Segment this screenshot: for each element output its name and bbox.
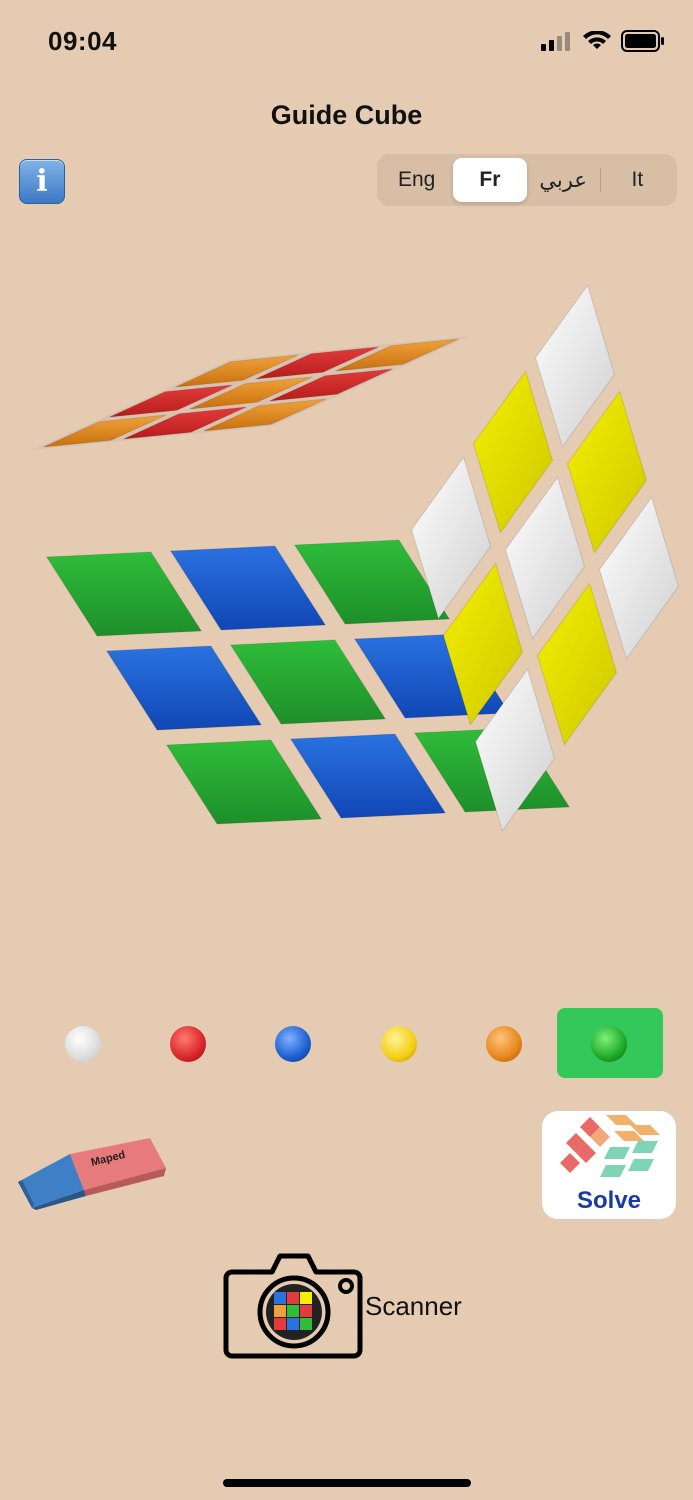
page-title: Guide Cube — [270, 100, 423, 130]
front-sticker-green[interactable] — [229, 639, 387, 725]
scanner-button[interactable] — [222, 1250, 368, 1362]
cube-faces — [32, 284, 680, 832]
language-segmented-control[interactable]: Eng Fr عربي It — [377, 154, 677, 206]
eraser-icon: Maped — [18, 1138, 166, 1210]
home-indicator — [223, 1479, 471, 1487]
color-swatch-red[interactable] — [170, 1026, 206, 1062]
color-swatch-orange[interactable] — [486, 1026, 522, 1062]
front-sticker-green[interactable] — [45, 551, 203, 637]
color-swatch-white[interactable] — [65, 1026, 101, 1062]
front-sticker-blue[interactable] — [289, 733, 447, 819]
color-swatch-green[interactable] — [591, 1026, 627, 1062]
info-button[interactable]: i — [19, 159, 65, 204]
lang-option-it[interactable]: It — [601, 158, 674, 202]
color-swatch-blue[interactable] — [275, 1026, 311, 1062]
status-time: 09:04 — [48, 26, 117, 56]
scanner-label: Scanner — [365, 1291, 462, 1321]
battery-icon — [621, 30, 664, 52]
status-icons — [541, 30, 665, 52]
front-sticker-green[interactable] — [165, 739, 323, 825]
camera-icon — [223, 1253, 363, 1359]
color-swatch-yellow[interactable] — [381, 1026, 417, 1062]
wifi-icon — [583, 31, 611, 49]
solve-icon — [560, 1115, 660, 1177]
info-icon: i — [36, 164, 48, 199]
solve-label: Solve — [576, 1187, 642, 1214]
lang-option-fr[interactable]: Fr — [453, 158, 527, 202]
eraser-button[interactable]: Maped — [14, 1132, 174, 1212]
lang-option-arabic[interactable]: عربي — [527, 158, 600, 202]
front-sticker-blue[interactable] — [105, 645, 263, 731]
lang-option-eng[interactable]: Eng — [380, 158, 453, 202]
front-sticker-blue[interactable] — [169, 545, 327, 631]
solve-button[interactable]: Solve — [542, 1111, 676, 1219]
signal-icon — [541, 32, 570, 51]
cube-3d-view[interactable] — [0, 280, 693, 880]
